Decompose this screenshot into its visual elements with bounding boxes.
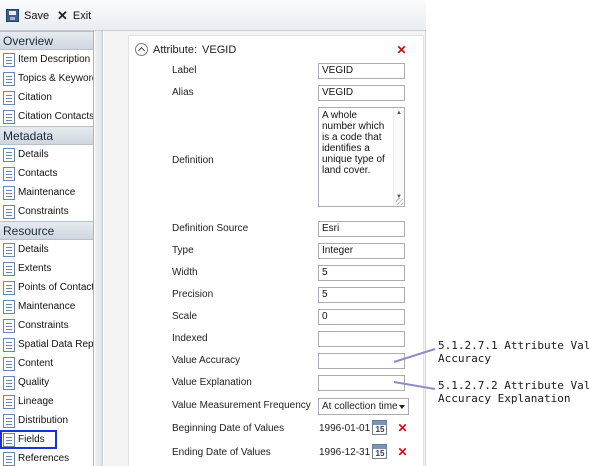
annotation-value-accuracy: 5.1.2.7.1 Attribute Value Accuracy [438,339,589,365]
annotation-line-accuracy [393,348,436,363]
annotation-line-text: Accuracy [438,352,491,365]
annotation-value-explanation: 5.1.2.7.2 Attribute Value Accuracy Expla… [438,379,589,405]
annotation-line-text: Accuracy Explanation [438,392,571,405]
annotation-line-text: 5.1.2.7.2 Attribute Value [438,379,589,392]
annotation-line-explanation [393,381,436,390]
annotation-line-text: 5.1.2.7.1 Attribute Value [438,339,589,352]
